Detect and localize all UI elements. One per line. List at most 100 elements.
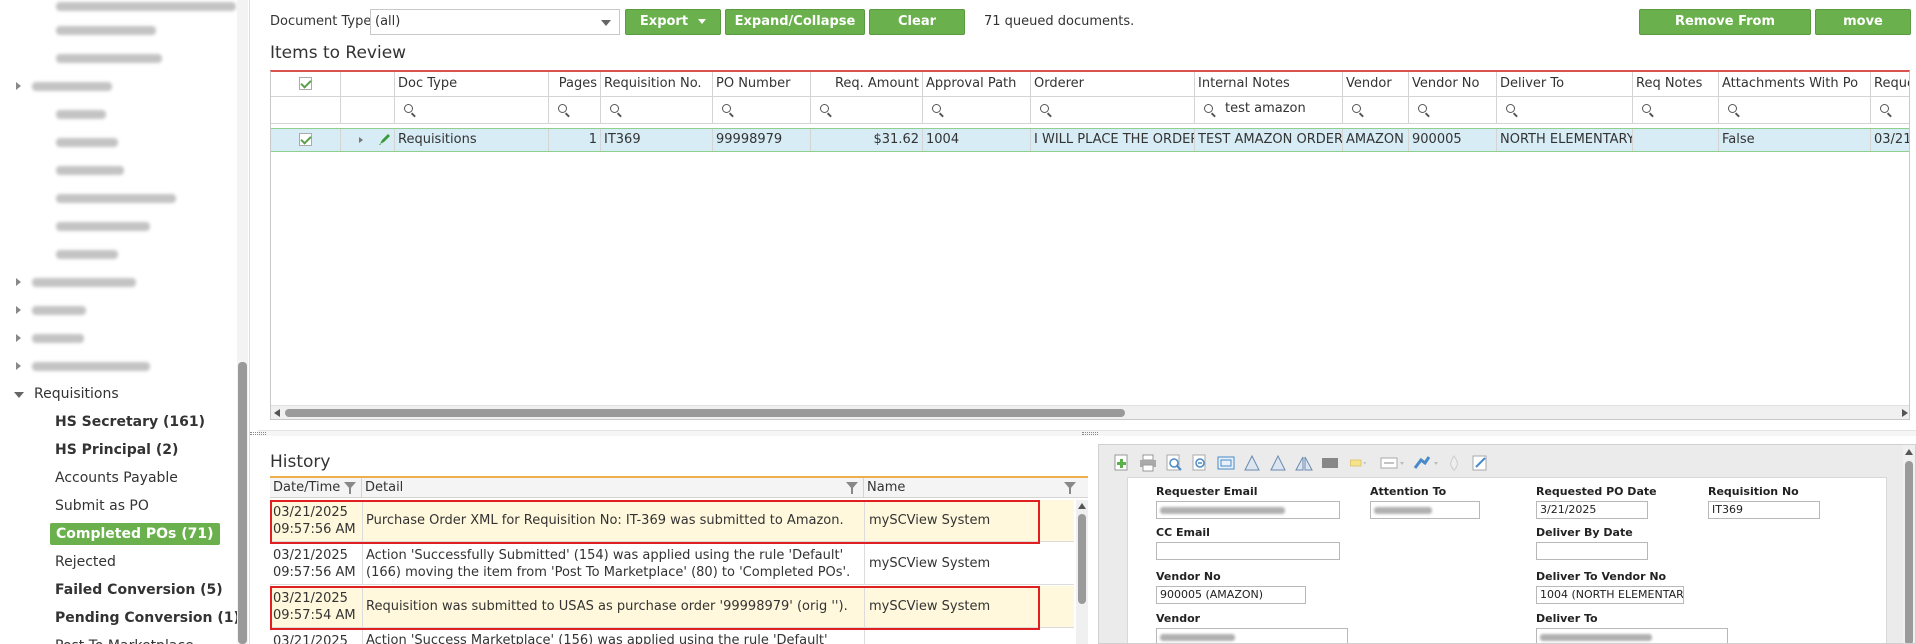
splitter-grip-icon[interactable]	[250, 432, 266, 435]
blurred-tree-item[interactable]	[56, 138, 118, 147]
blurred-tree-item[interactable]	[56, 2, 236, 11]
col-header-pages[interactable]: Pages	[549, 72, 601, 96]
blurred-tree-item[interactable]	[56, 54, 162, 63]
expand-arrow-icon[interactable]	[16, 362, 21, 370]
pane-splitter[interactable]	[250, 430, 1916, 436]
requester-email-field[interactable]	[1156, 501, 1340, 519]
filter-funnel-icon[interactable]	[344, 482, 356, 494]
blurred-tree-item[interactable]	[56, 222, 150, 231]
edit-note-icon[interactable]	[1471, 454, 1489, 472]
rotate-right-icon[interactable]	[1269, 454, 1287, 472]
col-header-internal-notes[interactable]: Internal Notes	[1195, 72, 1343, 96]
col-header-deliver-to[interactable]: Deliver To	[1497, 72, 1633, 96]
blurred-tree-item[interactable]	[56, 250, 118, 259]
col-header-requisition-no[interactable]: Requisition No.	[601, 72, 713, 96]
tree-item-rejected[interactable]: Rejected	[55, 551, 116, 573]
blurred-tree-item[interactable]	[56, 26, 156, 35]
history-col-date[interactable]: Date/Time	[270, 478, 362, 498]
blurred-tree-item[interactable]	[32, 82, 112, 91]
sidebar-scroll-thumb[interactable]	[238, 362, 247, 644]
splitter-grip-icon[interactable]	[1082, 432, 1098, 435]
blurred-tree-item[interactable]	[32, 278, 136, 287]
history-row[interactable]: 03/21/2025 09:57:56 AM Action 'Successful…	[270, 543, 1074, 585]
scroll-left-arrow-icon[interactable]	[274, 409, 280, 417]
zoom-out-icon[interactable]	[1191, 454, 1209, 472]
blurred-tree-item[interactable]	[56, 194, 176, 203]
history-row[interactable]: 03/21/2025 09:57:54 AM Requisition was su…	[270, 586, 1074, 628]
filter-req-amount[interactable]	[811, 97, 923, 123]
filter-vendor[interactable]	[1343, 97, 1409, 123]
blurred-tree-item[interactable]	[56, 166, 124, 175]
print-icon[interactable]	[1139, 454, 1157, 472]
collapse-arrow-icon[interactable]	[14, 392, 24, 398]
expand-arrow-icon[interactable]	[16, 278, 21, 286]
expand-arrow-icon[interactable]	[16, 82, 21, 90]
text-annotation-icon[interactable]	[1379, 454, 1405, 472]
expand-arrow-icon[interactable]	[16, 334, 21, 342]
col-header-req-notes[interactable]: Req Notes	[1633, 72, 1719, 96]
filter-orderer[interactable]	[1031, 97, 1195, 123]
tree-item-requisitions[interactable]: Requisitions	[34, 383, 119, 405]
col-header-doc-type[interactable]: Doc Type	[395, 72, 549, 96]
redact-icon[interactable]	[1321, 454, 1339, 472]
tree-item-hs-principal[interactable]: HS Principal (2)	[55, 439, 178, 461]
rotate-left-icon[interactable]	[1243, 454, 1261, 472]
viewer-scroll-thumb[interactable]	[1905, 461, 1913, 643]
deliver-to-vendor-no-field[interactable]: 1004 (NORTH ELEMENTARY)	[1536, 586, 1684, 604]
add-page-icon[interactable]	[1113, 454, 1131, 472]
cc-email-field[interactable]	[1156, 542, 1340, 560]
select-all-header[interactable]	[271, 72, 341, 96]
col-header-requested[interactable]: Requested	[1871, 72, 1909, 96]
history-scroll-thumb[interactable]	[1078, 514, 1086, 604]
flip-icon[interactable]	[1295, 454, 1313, 472]
tree-item-post-to-marketplace[interactable]: Post To Marketplace	[55, 635, 194, 644]
ink-drop-icon[interactable]	[1445, 454, 1463, 472]
fit-page-icon[interactable]	[1217, 454, 1235, 472]
scroll-up-arrow-icon[interactable]	[1078, 503, 1086, 509]
expand-collapse-all-button[interactable]: Expand/Collapse All	[725, 9, 865, 53]
filter-attachments[interactable]	[1719, 97, 1871, 123]
tree-item-accounts-payable[interactable]: Accounts Payable	[55, 467, 178, 489]
table-row[interactable]: Requisitions 1 IT369 99998979 $31.62 100…	[271, 128, 1909, 152]
grid-scroll-thumb[interactable]	[285, 409, 1125, 417]
stamp-icon[interactable]	[1413, 454, 1439, 472]
select-all-checkbox[interactable]	[299, 77, 312, 90]
col-header-req-amount[interactable]: Req. Amount	[811, 72, 923, 96]
blurred-tree-item[interactable]	[32, 306, 86, 315]
blurred-tree-item[interactable]	[56, 110, 106, 119]
grid-horizontal-scrollbar[interactable]	[271, 405, 1909, 419]
col-header-attachments[interactable]: Attachments With Po	[1719, 72, 1871, 96]
col-header-approval-path[interactable]: Approval Path	[923, 72, 1031, 96]
filter-requested[interactable]	[1871, 97, 1909, 123]
col-header-orderer[interactable]: Orderer	[1031, 72, 1195, 96]
export-button[interactable]: Export	[625, 9, 721, 35]
filter-req-notes[interactable]	[1633, 97, 1719, 123]
requisition-no-field[interactable]: IT369	[1708, 501, 1820, 519]
expand-arrow-icon[interactable]	[359, 137, 363, 143]
blurred-tree-item[interactable]	[32, 362, 150, 371]
col-header-po-number[interactable]: PO Number	[713, 72, 811, 96]
col-header-vendor[interactable]: Vendor	[1343, 72, 1409, 96]
filter-po-number[interactable]	[713, 97, 811, 123]
row-select[interactable]	[271, 129, 341, 151]
attention-to-field[interactable]	[1370, 501, 1480, 519]
remove-from-workflow-button[interactable]: Remove From Workflow	[1639, 9, 1811, 53]
scroll-up-arrow-icon[interactable]	[1905, 449, 1913, 455]
requested-po-date-field[interactable]: 3/21/2025	[1536, 501, 1648, 519]
edit-pencil-icon[interactable]	[379, 134, 390, 145]
tree-item-pending-conversion[interactable]: Pending Conversion (1)	[55, 607, 240, 629]
history-row[interactable]: 03/21/2025 Action 'Success Marketplace' …	[270, 629, 1074, 644]
expand-arrow-icon[interactable]	[16, 306, 21, 314]
filter-doc-type[interactable]	[395, 97, 549, 123]
zoom-in-icon[interactable]	[1165, 454, 1183, 472]
deliver-by-date-field[interactable]	[1536, 542, 1648, 560]
highlight-icon[interactable]	[1349, 454, 1367, 472]
vendor-field[interactable]	[1156, 628, 1348, 643]
row-checkbox[interactable]	[299, 133, 312, 146]
document-type-select[interactable]: (all)	[370, 9, 620, 35]
filter-internal-notes[interactable]: test amazon	[1195, 97, 1343, 123]
vendor-no-field[interactable]: 900005 (AMAZON)	[1156, 586, 1306, 604]
tree-item-submit-as-po[interactable]: Submit as PO	[55, 495, 149, 517]
filter-requisition-no[interactable]	[601, 97, 713, 123]
clear-button[interactable]: Clear	[869, 9, 965, 35]
